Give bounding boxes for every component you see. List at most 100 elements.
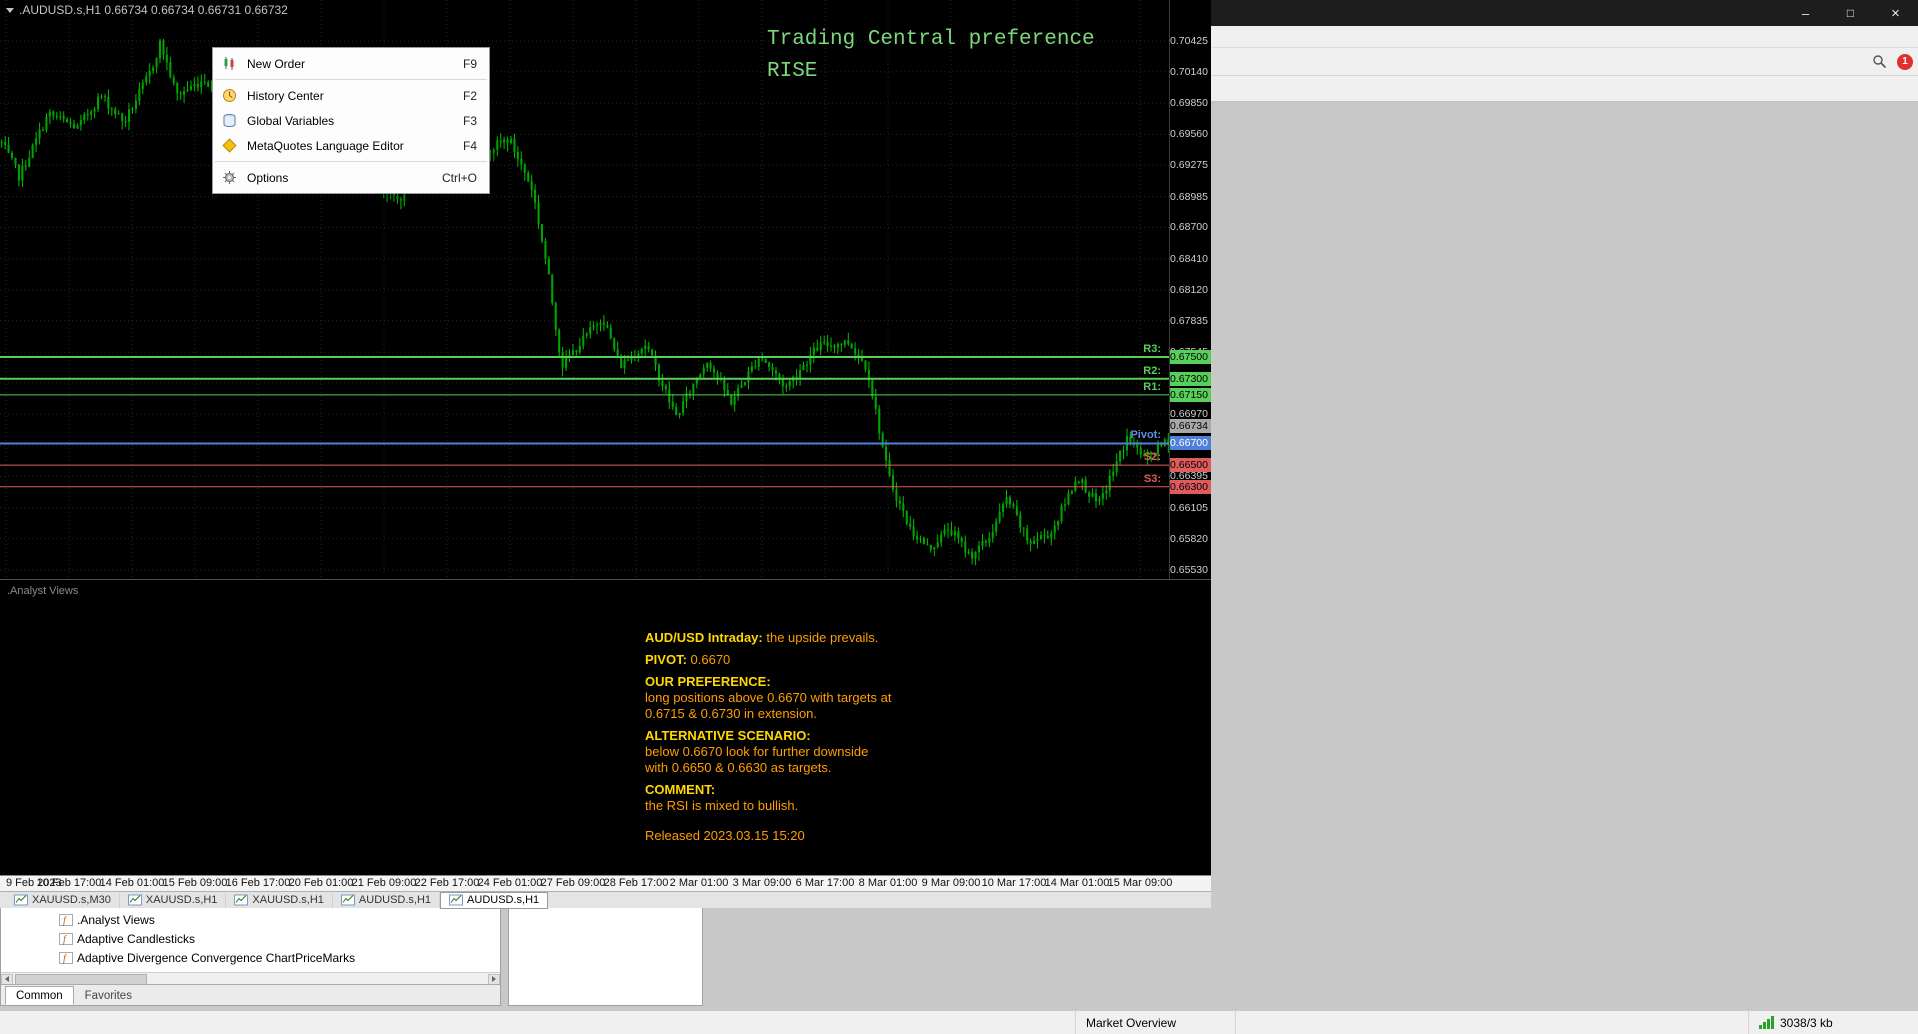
time-tick: 24 Feb 01:00 <box>477 877 543 889</box>
chart-window-tabs: XAUUSD.s,M30 XAUUSD.s,H1 XAUUSD.s,H1 AUDUSD… <box>0 891 1211 909</box>
time-tick: 6 Mar 17:00 <box>795 877 855 889</box>
minimize-button[interactable] <box>1783 0 1828 26</box>
status-pane-market-overview[interactable]: Market Overview <box>1075 1011 1235 1034</box>
analyst-line: 0.6715 & 0.6730 in extension. <box>645 706 891 722</box>
level-price-tag: 0.66700 <box>1170 436 1211 451</box>
tree-item--analyst-views[interactable]: f .Analyst Views <box>1 910 500 929</box>
analyst-body: below 0.6670 look for further downside <box>645 744 869 759</box>
tree-item-label: .Analyst Views <box>77 912 155 927</box>
menu-item-history-center[interactable]: History Center F2 <box>213 83 489 108</box>
mql-editor-icon <box>221 137 238 154</box>
indicator-icon: f <box>58 913 73 926</box>
chevron-down-icon[interactable] <box>6 7 14 13</box>
analyst-line: OUR PREFERENCE: <box>645 674 891 690</box>
market-overview-label: Market Overview <box>1086 1015 1177 1030</box>
analyst-body: 0.6670 <box>686 652 731 667</box>
level-price-tag: 0.67150 <box>1170 387 1211 402</box>
menu-item-metaquotes-language-editor[interactable]: MetaQuotes Language Editor F4 <box>213 133 489 158</box>
menu-item-shortcut: F2 <box>462 88 477 103</box>
history-center-icon <box>221 87 238 104</box>
chart-plot[interactable]: .AUDUSD.s,H1 0.66734 0.66734 0.66731 0.6… <box>0 0 1211 579</box>
connection-traffic-label: 3038/3 kb <box>1780 1015 1833 1030</box>
tab-favorites[interactable]: Favorites <box>74 986 143 1005</box>
maximize-button[interactable] <box>1828 0 1873 26</box>
chart-tab-xauusd-s-m30[interactable]: XAUUSD.s,M30 <box>6 892 120 908</box>
chart-tab-xauusd-s-h1[interactable]: XAUUSD.s,H1 <box>120 892 227 908</box>
navigator-tabs: Common Favorites <box>1 984 500 1005</box>
analyst-heading: COMMENT: <box>645 782 716 797</box>
notification-badge[interactable]: 1 <box>1897 53 1913 70</box>
price-scale[interactable]: 0.70425 0.70140 0.69850 0.69560 0.69275 0.689… <box>1169 0 1211 579</box>
chart-mini-icon <box>127 894 142 906</box>
analyst-line: AUD/USD Intraday: the upside prevails. <box>645 630 891 646</box>
menu-item-options[interactable]: Options Ctrl+O <box>213 165 489 190</box>
chart-mini-icon <box>234 894 249 906</box>
price-tick: 0.67835 <box>1170 314 1208 327</box>
global-variables-icon <box>221 112 238 129</box>
tree-item-label: Adaptive Candlesticks <box>77 931 196 946</box>
chart-mini-icon <box>340 894 355 906</box>
analyst-views-title: .Analyst Views <box>7 585 79 597</box>
time-tick: 15 Mar 09:00 <box>1107 877 1173 889</box>
chart-tab-xauusd-s-h1[interactable]: XAUUSD.s,H1 <box>226 892 333 908</box>
scroll-right-icon[interactable] <box>488 973 500 985</box>
analyst-body: Released 2023.03.15 15:20 <box>645 828 805 843</box>
time-tick: 27 Feb 09:00 <box>540 877 606 889</box>
indicator-icon: f <box>58 932 73 945</box>
time-tick: 3 Mar 09:00 <box>732 877 792 889</box>
level-price-tag: 0.66500 <box>1170 458 1211 473</box>
menu-item-shortcut: F3 <box>462 113 477 128</box>
chart-tab-audusd-s-h1[interactable]: AUDUSD.s,H1 <box>440 891 549 909</box>
options-icon <box>221 169 238 186</box>
menu-item-label: New Order <box>247 56 306 71</box>
chart-tab-audusd-s-h1[interactable]: AUDUSD.s,H1 <box>333 892 441 908</box>
analyst-line: Released 2023.03.15 15:20 <box>645 828 891 844</box>
menu-item-global-variables[interactable]: Global Variables F3 <box>213 108 489 133</box>
scrollbar-thumb[interactable] <box>15 973 147 985</box>
close-button[interactable] <box>1873 0 1918 26</box>
menu-item-shortcut: Ctrl+O <box>441 170 477 185</box>
time-tick: 9 Mar 09:00 <box>921 877 981 889</box>
price-tick: 0.69560 <box>1170 128 1208 141</box>
tools-menu-dropdown: New Order F9 History Center F2 Global Variab… <box>212 47 490 194</box>
time-tick: 16 Feb 17:00 <box>225 877 291 889</box>
analyst-line: ALTERNATIVE SCENARIO: <box>645 728 891 744</box>
chart-tab-label: AUDUSD.s,H1 <box>467 894 540 906</box>
time-tick: 10 Mar 17:00 <box>981 877 1047 889</box>
price-tick: 0.68120 <box>1170 284 1208 297</box>
trading-central-preference-label: Trading Central preference <box>767 28 1095 51</box>
level-label-s2: S2: <box>1143 451 1161 464</box>
analyst-heading: PIVOT: <box>645 652 687 667</box>
price-tick: 0.68985 <box>1170 190 1208 203</box>
level-price-tag: 0.67300 <box>1170 371 1211 386</box>
analyst-body: 0.6715 & 0.6730 in extension. <box>645 706 818 721</box>
analyst-body: long positions above 0.6670 with targets… <box>645 690 892 705</box>
chart-time-axis[interactable]: 9 Feb 2023 10 Feb 17:00 14 Feb 01:00 15 Feb… <box>0 875 1211 892</box>
search-icon[interactable] <box>1867 51 1891 73</box>
menu-separator <box>215 161 487 162</box>
chart-mini-icon <box>14 894 28 906</box>
time-tick: 14 Mar 01:00 <box>1044 877 1110 889</box>
status-pane-spacer <box>1235 1011 1748 1034</box>
scroll-left-icon[interactable] <box>1 973 13 985</box>
analyst-body: with 0.6650 & 0.6630 as targets. <box>645 760 832 775</box>
chart-area: .AUDUSD.s,H1 0.66734 0.66734 0.66731 0.6… <box>0 0 1211 909</box>
analyst-heading: ALTERNATIVE SCENARIO: <box>645 728 811 743</box>
price-tick: 0.70425 <box>1170 34 1208 47</box>
chart-tab-label: XAUUSD.s,M30 <box>32 894 111 906</box>
menu-item-label: MetaQuotes Language Editor <box>247 138 404 153</box>
tab-common[interactable]: Common <box>5 986 74 1005</box>
menu-item-new-order[interactable]: New Order F9 <box>213 51 489 76</box>
chart-mini-icon <box>449 894 464 906</box>
price-tick: 0.69275 <box>1170 159 1208 172</box>
tree-item-adaptive-divergence-convergence-chartpri[interactable]: f Adaptive Divergence Convergence ChartPr… <box>1 948 500 967</box>
time-tick: 2 Mar 01:00 <box>669 877 729 889</box>
menu-item-shortcut: F9 <box>462 56 477 71</box>
menu-separator <box>215 79 487 80</box>
trading-central-overlay: Trading Central preference RISE <box>767 24 1095 88</box>
time-tick: 8 Mar 01:00 <box>858 877 918 889</box>
analyst-line: long positions above 0.6670 with targets… <box>645 690 891 706</box>
level-label-r1: R1: <box>1143 380 1161 393</box>
tree-item-adaptive-candlesticks[interactable]: f Adaptive Candlesticks <box>1 929 500 948</box>
chart-ohlc-header: .AUDUSD.s,H1 0.66734 0.66734 0.66731 0.6… <box>6 3 288 17</box>
